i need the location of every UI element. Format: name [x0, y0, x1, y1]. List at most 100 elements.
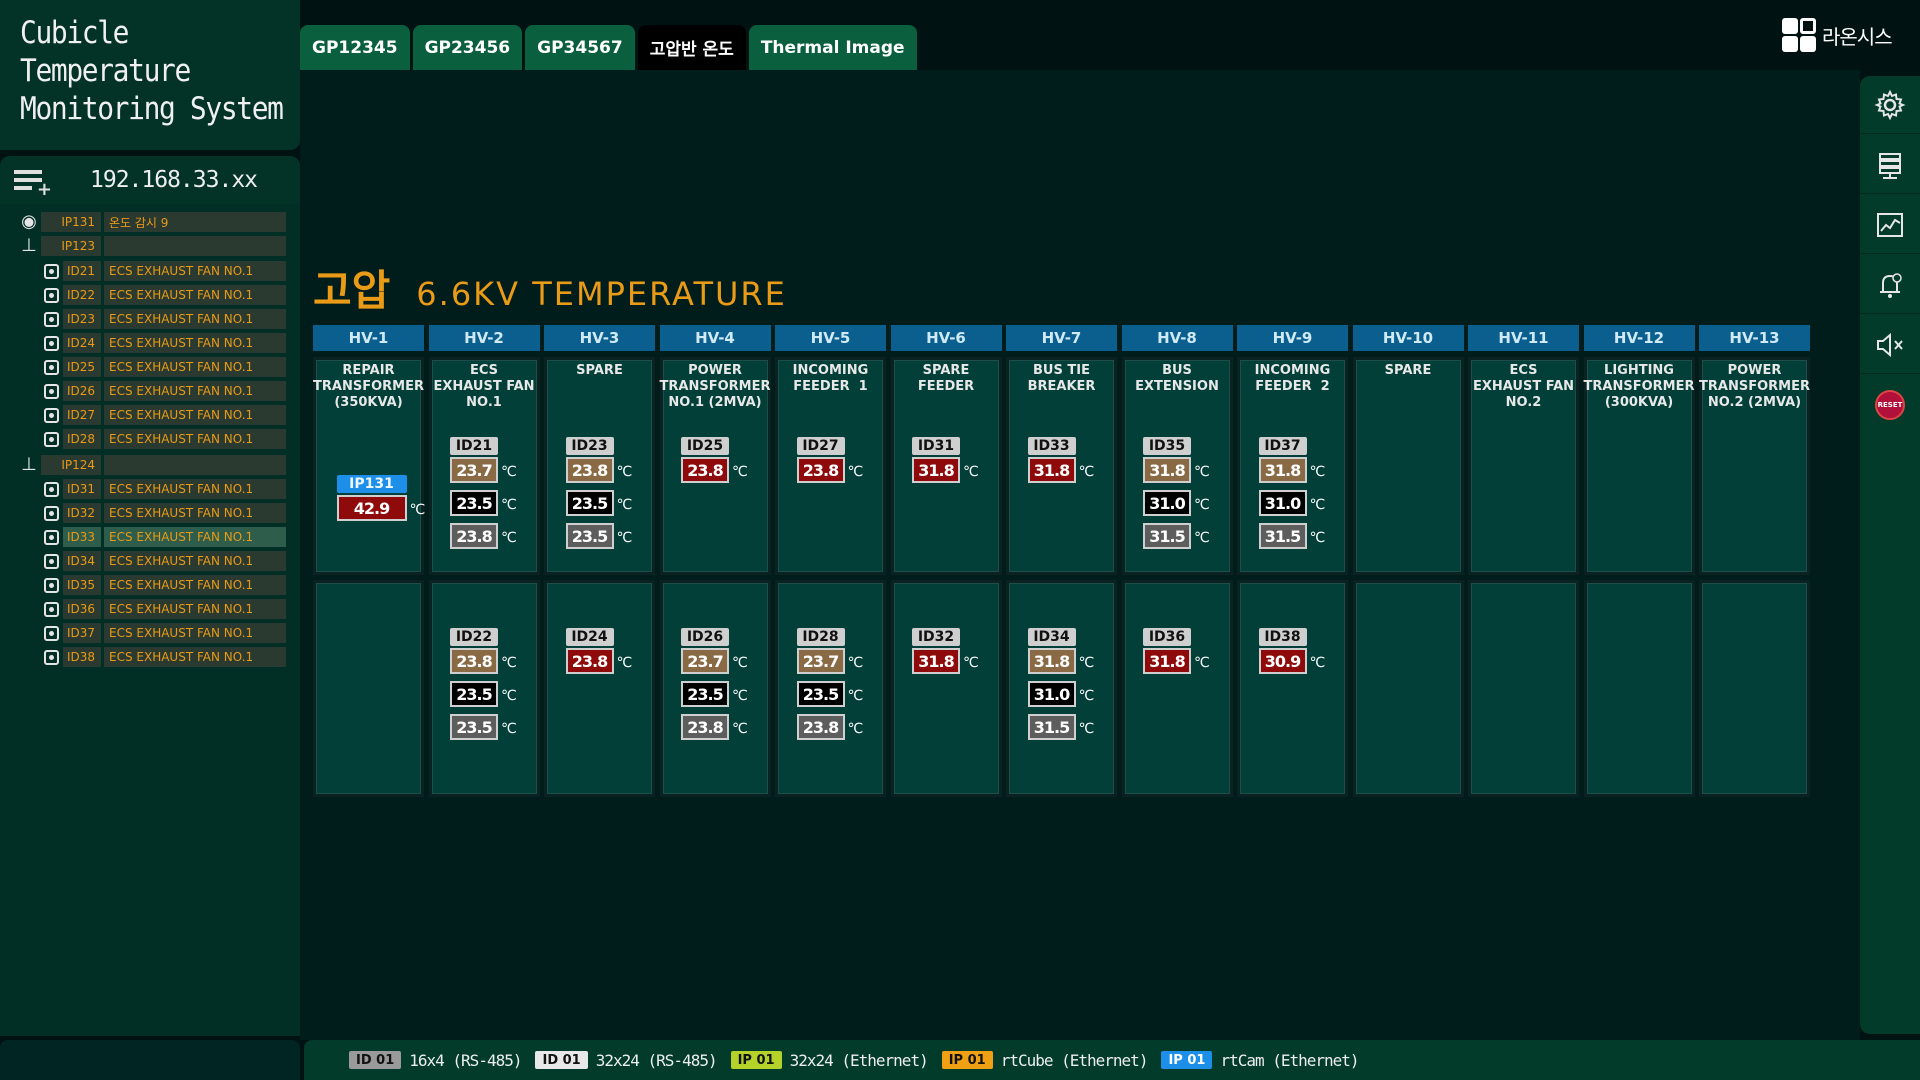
hv-panel-lower[interactable] [544, 580, 655, 797]
tree-item[interactable]: ID27 ECS EXHAUST FAN NO.1 [42, 405, 286, 425]
id-sensor-tag[interactable]: ID32 [912, 628, 960, 646]
tab-thermal-image[interactable]: Thermal Image [748, 25, 917, 70]
legend-chip-2: ID 01 [535, 1051, 588, 1069]
id-sensor-tag[interactable]: ID28 [796, 628, 845, 646]
hv-panel-name: ECS [469, 363, 499, 378]
hv-panel-lower[interactable] [1583, 580, 1695, 797]
tree-item[interactable]: ID33 ECS EXHAUST FAN NO.1 [42, 527, 286, 547]
tab-gp23456[interactable]: GP23456 [412, 25, 523, 70]
hv-column-header[interactable]: HV-9 [1237, 325, 1348, 351]
tree-item[interactable]: ID38 ECS EXHAUST FAN NO.1 [42, 647, 286, 667]
tree-item[interactable]: ID22 ECS EXHAUST FAN NO.1 [42, 285, 286, 305]
alarm-bell-button[interactable] [1860, 256, 1920, 314]
tree-item[interactable]: ID37 ECS EXHAUST FAN NO.1 [42, 623, 286, 643]
hv-column-header[interactable]: HV-7 [1006, 325, 1117, 351]
sensor-icon [42, 648, 60, 666]
celsius-unit: ℃ [732, 464, 748, 480]
tree-item[interactable]: ID28 ECS EXHAUST FAN NO.1 [42, 429, 286, 449]
celsius-unit: ℃ [409, 502, 426, 518]
tree-item-label: ECS EXHAUST FAN NO.1 [104, 381, 286, 401]
hv-column-header[interactable]: HV-4 [659, 325, 771, 351]
hv-panel-lower[interactable] [1352, 580, 1464, 797]
hv-column-header[interactable]: HV-5 [775, 325, 886, 351]
tree-item-label: ECS EXHAUST FAN NO.1 [104, 551, 286, 571]
id-sensor-tag[interactable]: ID33 [1027, 437, 1076, 455]
tree-item[interactable]: ID31 ECS EXHAUST FAN NO.1 [42, 479, 286, 499]
mute-button[interactable] [1860, 316, 1920, 374]
hv-panel-lower[interactable] [890, 580, 1002, 797]
id-sensor-tag[interactable]: ID22 [450, 628, 498, 646]
hv-panel-lower[interactable] [1121, 580, 1233, 797]
temperature-readout: 31.8 [1027, 648, 1076, 674]
hv-column-header[interactable]: HV-8 [1121, 325, 1233, 351]
temperature-readout: 23.8 [796, 714, 845, 740]
tree-item[interactable]: ID25 ECS EXHAUST FAN NO.1 [42, 357, 286, 377]
id-sensor-tag[interactable]: ID24 [565, 628, 614, 646]
tree-item[interactable]: ID32 ECS EXHAUST FAN NO.1 [42, 503, 286, 523]
tab-hv-temperature[interactable]: 고압반 온도 [637, 25, 746, 70]
id-sensor-tag[interactable]: ID36 [1143, 628, 1191, 646]
id-sensor-tag[interactable]: ID21 [450, 437, 498, 455]
hv-column-header[interactable]: HV-1 [313, 325, 424, 351]
hv-column-header[interactable]: HV-10 [1352, 325, 1464, 351]
id-sensor-tag[interactable]: ID37 [1258, 437, 1307, 455]
hv-panel-lower[interactable] [1699, 580, 1810, 797]
celsius-unit: ℃ [847, 688, 864, 704]
hv-column-header[interactable]: HV-11 [1468, 325, 1579, 351]
ip-sensor-tag[interactable]: IP131 [336, 475, 407, 493]
tree-item[interactable]: ID36 ECS EXHAUST FAN NO.1 [42, 599, 286, 619]
tree-item[interactable]: ID21 ECS EXHAUST FAN NO.1 [42, 261, 286, 281]
tree-item-code: ID37 [63, 623, 101, 643]
hv-column-header[interactable]: HV-2 [428, 325, 540, 351]
id-sensor-tag[interactable]: ID25 [681, 437, 729, 455]
id-sensor-tag[interactable]: ID26 [681, 628, 729, 646]
tree-item[interactable]: ⊥ IP124 [20, 455, 286, 475]
tree-item-label: ECS EXHAUST FAN NO.1 [104, 357, 286, 377]
tree-item-code: ID28 [63, 429, 101, 449]
trend-chart-button[interactable] [1860, 196, 1920, 254]
celsius-unit: ℃ [501, 688, 517, 704]
tree-item-label: ECS EXHAUST FAN NO.1 [104, 503, 286, 523]
tree-item-label: ECS EXHAUST FAN NO.1 [104, 527, 286, 547]
tree-item[interactable]: ◉ IP131 온도 감시 9 [20, 212, 286, 232]
celsius-unit: ℃ [847, 721, 864, 737]
tree-item-code: ID26 [63, 381, 101, 401]
tree-item[interactable]: ID35 ECS EXHAUST FAN NO.1 [42, 575, 286, 595]
sensor-icon [42, 480, 60, 498]
tab-gp12345[interactable]: GP12345 [300, 25, 410, 70]
tree-item[interactable]: ID26 ECS EXHAUST FAN NO.1 [42, 381, 286, 401]
tree-item[interactable]: ID24 ECS EXHAUST FAN NO.1 [42, 333, 286, 353]
add-list-icon[interactable]: + [14, 160, 54, 200]
hv-panel-lower[interactable] [1468, 580, 1579, 797]
hv-panel-name: EXHAUST FAN [1472, 379, 1575, 394]
hv-column-header[interactable]: HV-12 [1583, 325, 1695, 351]
temperature-readout: 23.8 [681, 714, 729, 740]
tree-item-label: ECS EXHAUST FAN NO.1 [104, 429, 286, 449]
hv-panel-upper[interactable] [1352, 357, 1464, 575]
tree-item-code: ID36 [63, 599, 101, 619]
tree-item[interactable]: ⊥ IP123 [20, 236, 286, 256]
tree-item[interactable]: ID34 ECS EXHAUST FAN NO.1 [42, 551, 286, 571]
hv-column-header[interactable]: HV-6 [890, 325, 1002, 351]
id-sensor-tag[interactable]: ID27 [796, 437, 845, 455]
id-sensor-tag[interactable]: ID23 [565, 437, 614, 455]
id-sensor-tag[interactable]: ID38 [1258, 628, 1307, 646]
settings-button[interactable] [1860, 76, 1920, 134]
hv-column-header[interactable]: HV-3 [544, 325, 655, 351]
hv-panel-lower[interactable] [313, 580, 424, 797]
tab-gp34567[interactable]: GP34567 [525, 25, 635, 70]
hv-column-header[interactable]: HV-13 [1699, 325, 1810, 351]
tree-item[interactable]: ID23 ECS EXHAUST FAN NO.1 [42, 309, 286, 329]
hv-panel-lower[interactable] [1237, 580, 1348, 797]
celsius-unit: ℃ [501, 464, 517, 480]
hv-panel-name: LIGHTING [1604, 363, 1674, 378]
reset-button[interactable]: RESET [1860, 376, 1920, 434]
tree-item-code: ID32 [63, 503, 101, 523]
id-sensor-tag[interactable]: ID31 [912, 437, 960, 455]
id-sensor-tag[interactable]: ID34 [1027, 628, 1076, 646]
celsius-unit: ℃ [1194, 497, 1210, 513]
hv-panel-name: EXHAUST FAN [433, 379, 535, 394]
app-title-line-1: Cubicle [20, 15, 129, 51]
id-sensor-tag[interactable]: ID35 [1143, 437, 1191, 455]
server-button[interactable] [1860, 136, 1920, 194]
